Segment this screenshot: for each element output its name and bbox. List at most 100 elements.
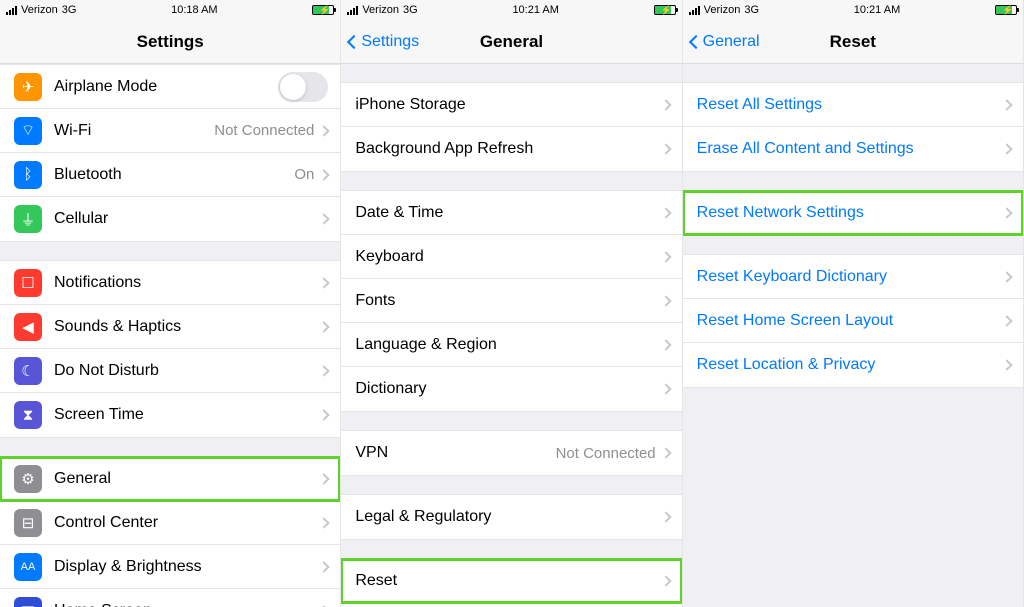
row-label: iPhone Storage [355,96,661,114]
settings-group: ⚙General ⊟ Control Center AA Display & Brigh… [0,456,340,607]
home-screen-icon: ▦ [14,597,42,607]
row-label: Do Not Disturb [54,362,320,380]
row-label: Reset Home Screen Layout [697,312,1003,330]
row-airplane-mode[interactable]: ✈Airplane Mode [0,65,340,109]
chevron-right-icon [660,575,671,586]
battery-icon: ⚡ [312,5,334,15]
row-label: Reset Keyboard Dictionary [697,268,1003,286]
row-legal-regulatory[interactable]: Legal & Regulatory [341,495,681,539]
cellular-icon: ⏚ [14,205,42,233]
signal-icon [347,6,358,15]
row-reset[interactable]: Reset [341,559,681,603]
row-date-time[interactable]: Date & Time [341,191,681,235]
back-button[interactable]: General [691,33,760,51]
row-label: Control Center [54,514,320,532]
row-do-not-disturb[interactable]: ☾ Do Not Disturb [0,349,340,393]
status-time: 10:18 AM [171,4,217,16]
settings-group: VPNNot Connected [341,430,681,476]
page-title: Settings [137,32,204,52]
row-sounds-haptics[interactable]: ◀Sounds & Haptics [0,305,340,349]
chevron-right-icon [660,295,671,306]
row-reset-keyboard-dictionary[interactable]: Reset Keyboard Dictionary [683,255,1023,299]
toggle-airplane-mode[interactable] [278,72,328,102]
settings-group: ResetShut Down [341,558,681,607]
bluetooth-icon: ᛒ [14,161,42,189]
general-list: iPhone Storage Background App Refresh Date… [341,64,681,607]
network-text: 3G [403,4,418,16]
row-label: Cellular [54,210,320,228]
chevron-right-icon [319,561,330,572]
carrier-text: Verizon [21,4,58,16]
row-screen-time[interactable]: ⧗Screen Time [0,393,340,437]
settings-list: ✈Airplane Mode⌔Wi-FiNot Connected ᛒ Blueto… [0,64,340,607]
status-bar: Verizon 3G 10:21 AM ⚡ [683,0,1023,20]
chevron-right-icon [660,207,671,218]
row-control-center[interactable]: ⊟ Control Center [0,501,340,545]
row-notifications[interactable]: ☐Notifications [0,261,340,305]
control-center-icon: ⊟ [14,509,42,537]
row-label: Airplane Mode [54,78,278,96]
row-value: Not Connected [556,445,656,462]
chevron-right-icon [660,511,671,522]
chevron-right-icon [660,447,671,458]
row-value: On [294,166,314,183]
chevron-right-icon [1001,99,1012,110]
settings-group: Reset Keyboard Dictionary Reset Home Scre… [683,254,1023,388]
settings-group: ☐Notifications◀Sounds & Haptics ☾ Do Not D… [0,260,340,438]
settings-group: Legal & Regulatory [341,494,681,540]
row-label: Reset Network Settings [697,204,1003,222]
carrier-text: Verizon [362,4,399,16]
row-reset-location-privacy[interactable]: Reset Location & Privacy [683,343,1023,387]
chevron-right-icon [319,517,330,528]
status-time: 10:21 AM [512,4,558,16]
row-erase-all-content-and-settings[interactable]: Erase All Content and Settings [683,127,1023,171]
chevron-right-icon [660,143,671,154]
row-cellular[interactable]: ⏚ Cellular [0,197,340,241]
row-home-screen[interactable]: ▦Home Screen [0,589,340,607]
chevron-right-icon [1001,207,1012,218]
row-display-brightness[interactable]: AA Display & Brightness [0,545,340,589]
row-reset-network-settings[interactable]: Reset Network Settings [683,191,1023,235]
nav-bar: Settings [0,20,340,64]
row-background-app-refresh[interactable]: Background App Refresh [341,127,681,171]
wi-fi-icon: ⌔ [14,117,42,145]
chevron-right-icon [1001,271,1012,282]
row-dictionary[interactable]: Dictionary [341,367,681,411]
do-not-disturb-icon: ☾ [14,357,42,385]
page-title: General [480,32,543,52]
status-bar: Verizon 3G 10:18 AM ⚡ [0,0,340,20]
nav-bar: Settings General [341,20,681,64]
row-reset-all-settings[interactable]: Reset All Settings [683,83,1023,127]
row-label: Bluetooth [54,166,294,184]
row-keyboard[interactable]: Keyboard [341,235,681,279]
chevron-right-icon [319,277,330,288]
row-wi-fi[interactable]: ⌔Wi-FiNot Connected [0,109,340,153]
row-vpn[interactable]: VPNNot Connected [341,431,681,475]
row-bluetooth[interactable]: ᛒ BluetoothOn [0,153,340,197]
row-label: Background App Refresh [355,140,661,158]
row-label: Dictionary [355,380,661,398]
chevron-right-icon [319,365,330,376]
chevron-right-icon [660,383,671,394]
display-brightness-icon: AA [14,553,42,581]
back-button[interactable]: Settings [349,33,419,51]
carrier-text: Verizon [704,4,741,16]
row-fonts[interactable]: Fonts [341,279,681,323]
chevron-right-icon [660,251,671,262]
chevron-right-icon [319,321,330,332]
row-language-region[interactable]: Language & Region [341,323,681,367]
row-label: Display & Brightness [54,558,320,576]
row-label: Language & Region [355,336,661,354]
network-text: 3G [62,4,77,16]
row-label: VPN [355,444,555,462]
row-iphone-storage[interactable]: iPhone Storage [341,83,681,127]
row-label: Date & Time [355,204,661,222]
row-reset-home-screen-layout[interactable]: Reset Home Screen Layout [683,299,1023,343]
chevron-left-icon [347,34,361,48]
row-general[interactable]: ⚙General [0,457,340,501]
row-label: Erase All Content and Settings [697,140,1003,158]
row-label: Fonts [355,292,661,310]
chevron-right-icon [1001,315,1012,326]
row-shut-down[interactable]: Shut Down [341,603,681,607]
settings-group: Reset Network Settings [683,190,1023,236]
